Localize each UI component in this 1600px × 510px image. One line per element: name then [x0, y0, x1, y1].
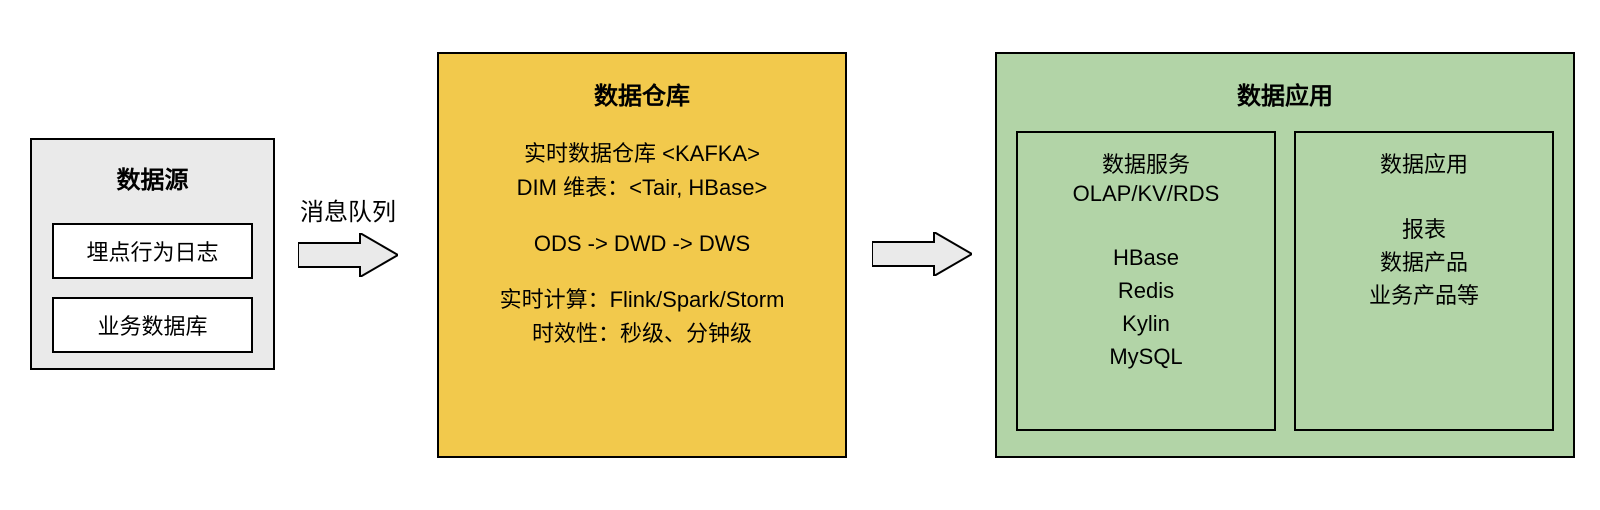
arrow-right-icon: [298, 233, 398, 277]
data-service-col: 数据服务 OLAP/KV/RDS HBase Redis Kylin MySQL: [1016, 131, 1276, 431]
data-service-item: MySQL: [1026, 340, 1266, 373]
data-app-item: 数据产品: [1304, 246, 1544, 279]
architecture-diagram: 数据源 埋点行为日志 业务数据库 消息队列 数据仓库 实时数据仓库 <KAFKA…: [0, 0, 1600, 510]
arrow-mq-label: 消息队列: [300, 192, 396, 227]
data-service-item: Kylin: [1026, 307, 1266, 340]
arrow-app: [872, 232, 972, 276]
data-service-title: 数据服务: [1026, 147, 1266, 179]
data-source-item: 业务数据库: [52, 297, 253, 353]
warehouse-latency-line: 时效性：秒级、分钟级: [457, 317, 827, 351]
warehouse-dim-line: DIM 维表：<Tair, HBase>: [457, 171, 827, 205]
data-source-title: 数据源: [48, 160, 257, 195]
data-service-item: HBase: [1026, 241, 1266, 274]
data-service-sub: OLAP/KV/RDS: [1026, 181, 1266, 207]
warehouse-title: 数据仓库: [457, 76, 827, 111]
warehouse-box: 数据仓库 实时数据仓库 <KAFKA> DIM 维表：<Tair, HBase>…: [437, 52, 847, 458]
data-app-item: 报表: [1304, 213, 1544, 246]
data-application-box: 数据应用 数据服务 OLAP/KV/RDS HBase Redis Kylin …: [995, 52, 1575, 458]
data-source-item: 埋点行为日志: [52, 223, 253, 279]
warehouse-compute-line: 实时计算：Flink/Spark/Storm: [457, 283, 827, 317]
data-source-box: 数据源 埋点行为日志 业务数据库: [30, 138, 275, 370]
warehouse-layers-line: ODS -> DWD -> DWS: [457, 227, 827, 261]
arrow-right-icon: [872, 232, 972, 276]
data-app-col-title: 数据应用: [1304, 147, 1544, 179]
arrow-mq: 消息队列: [298, 192, 398, 277]
data-app-item: 业务产品等: [1304, 279, 1544, 312]
data-service-item: Redis: [1026, 274, 1266, 307]
data-application-title: 数据应用: [1015, 76, 1555, 111]
data-app-col: 数据应用 报表 数据产品 业务产品等: [1294, 131, 1554, 431]
warehouse-kafka-line: 实时数据仓库 <KAFKA>: [457, 137, 827, 171]
